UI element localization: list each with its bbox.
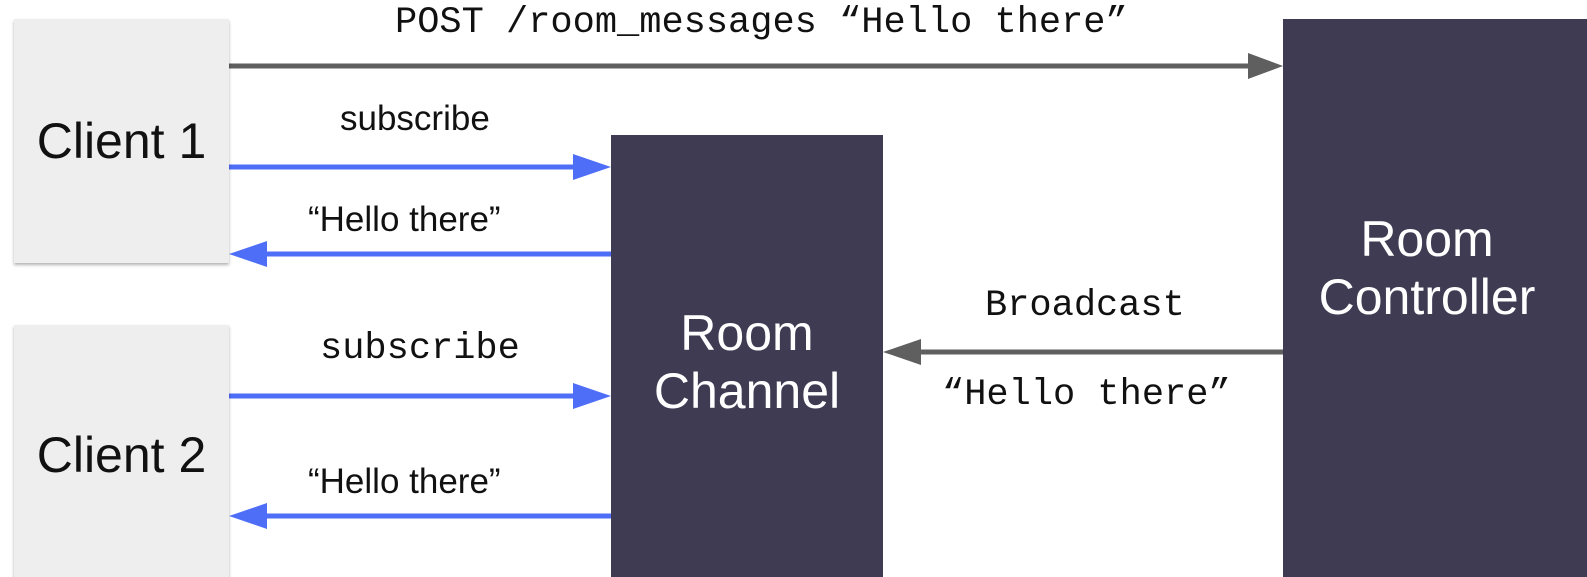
broadcast-arrow-head — [883, 339, 921, 365]
room-controller-label: Room Controller — [1318, 211, 1536, 325]
room-channel-label: Room Channel — [653, 305, 841, 419]
subscribe-arrow-1-head — [573, 154, 611, 180]
client-1-message-label: “Hello there” — [308, 200, 501, 239]
post-arrow-head — [1248, 53, 1283, 79]
room-controller-box: Room Controller — [1283, 19, 1587, 577]
broadcast-label: Broadcast — [985, 285, 1185, 327]
post-request-label: POST /room_messages “Hello there” — [395, 2, 1128, 44]
client-1-subscribe-label: subscribe — [340, 99, 490, 138]
client-1-box: Client 1 — [14, 19, 229, 263]
client-2-subscribe-label: subscribe — [320, 328, 520, 370]
subscribe-arrow-2-head — [573, 383, 611, 409]
message-arrow-2-head — [229, 503, 267, 529]
client-1-label: Client 1 — [36, 113, 207, 169]
room-channel-box: Room Channel — [611, 135, 883, 577]
client-2-message-label: “Hello there” — [308, 462, 501, 501]
message-arrow-1-head — [229, 241, 267, 267]
broadcast-message-label: “Hello there” — [942, 374, 1231, 416]
architecture-diagram: Client 1 Client 2 Room Channel Room Cont… — [0, 0, 1587, 577]
client-2-label: Client 2 — [36, 427, 207, 483]
client-2-box: Client 2 — [14, 325, 229, 577]
